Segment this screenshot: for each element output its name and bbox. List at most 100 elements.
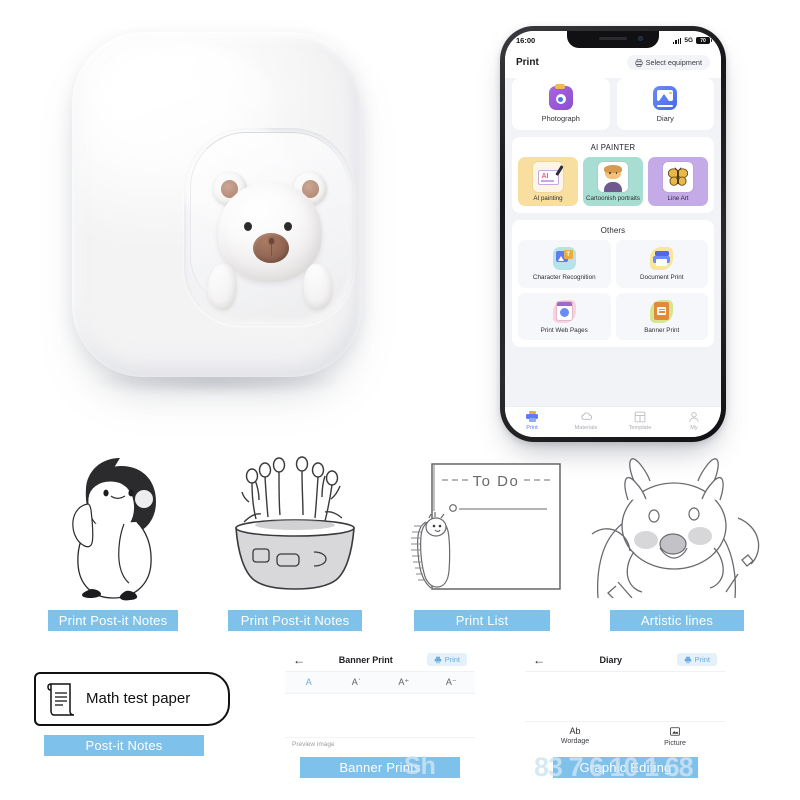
ai-item-ai-painting[interactable]: AI AI painting (518, 157, 578, 207)
phone-screen: 16:00 5G 70 Print Select equipment Photo… (505, 31, 721, 437)
butterfly-glyph (667, 167, 689, 186)
printer-window-port (184, 128, 354, 326)
page-title: Print (516, 57, 539, 68)
document-printer-icon (650, 247, 674, 271)
sample-caption-3: Artistic lines (610, 610, 744, 631)
other-item-document-print[interactable]: Document Print (615, 240, 708, 288)
web-page-icon (552, 299, 576, 323)
ai-item-label: Cartoonish portraits (586, 195, 640, 202)
todo-list-illustration: To Do (411, 463, 561, 590)
ai-painter-row: AI AI painting Cartoonish portraits Line… (518, 157, 708, 207)
sample-prints-row: Print Post-it Notes Print Post-it Notes … (0, 440, 800, 631)
diary-tools-row: Ab Wordage Picture (525, 722, 725, 753)
app-body: Photograph Diary AI PAINTER AI AI painti… (505, 78, 721, 348)
diary-panel-title: Diary (599, 654, 623, 665)
format-button-a-decrease[interactable]: A⁻ (428, 672, 476, 693)
sample-shiba-dog (588, 448, 768, 600)
layout-icon (634, 410, 647, 423)
diary-print-button[interactable]: Print (676, 653, 717, 666)
banner-panel-header: ← Banner Print Print (285, 648, 475, 672)
banner-panel-title: Banner Print (338, 654, 393, 665)
sample-caption-2: Print List (414, 610, 550, 631)
other-item-label: Document Print (640, 274, 684, 282)
sample-caption-0: Print Post-it Notes (48, 610, 178, 631)
others-grid: T Character Recognition Document Print P… (518, 240, 708, 341)
cloud-icon (580, 410, 593, 423)
diary-tool-picture[interactable]: Picture (625, 727, 725, 747)
front-camera-icon (638, 36, 643, 41)
diary-print-label: Print (694, 655, 710, 664)
tab-label: My (690, 425, 698, 431)
diary-tool-label: Picture (664, 740, 686, 747)
other-item-label: Print Web Pages (540, 326, 588, 334)
banner-icon (650, 299, 674, 323)
network-type-label: 5G (684, 37, 693, 44)
diary-canvas-area[interactable] (525, 672, 725, 722)
bottom-tab-bar: Print Materials Template My (505, 406, 721, 437)
ai-item-cartoonish-portraits[interactable]: Cartoonish portraits (583, 157, 643, 207)
diary-panel-header: ← Diary Print (525, 648, 725, 672)
pocket-printer-device (72, 32, 362, 394)
diary-panel: ← Diary Print Ab Wordage Picture (525, 648, 725, 753)
app-header: Print Select equipment (505, 50, 721, 78)
select-equipment-label: Select equipment (645, 58, 702, 67)
format-button-a-increase[interactable]: A⁺ (380, 672, 428, 693)
tab-label: Materials (574, 425, 598, 431)
picture-icon (670, 727, 680, 738)
phone-notch (567, 31, 659, 48)
diary-tool-wordage[interactable]: Ab Wordage (525, 727, 625, 747)
back-arrow-icon[interactable]: ← (533, 654, 545, 666)
other-item-character-recognition[interactable]: T Character Recognition (518, 240, 611, 288)
diary-panel-caption: Graphic Editing (553, 757, 698, 778)
banner-panel-caption: Banner Prints (300, 757, 460, 778)
ai-painter-title: AI PAINTER (590, 143, 636, 152)
penguin-illustration (72, 458, 156, 601)
bear-nose (269, 238, 274, 256)
signal-strength-icon (673, 37, 682, 44)
printer-icon (434, 656, 441, 663)
card-photograph-label: Photograph (541, 114, 580, 123)
earpiece-speaker (599, 37, 627, 40)
card-photograph[interactable]: Photograph (512, 78, 610, 130)
printer-icon (526, 410, 539, 423)
banner-preview-label: Preview image (292, 741, 335, 748)
math-chip-label: Math test paper (86, 690, 191, 708)
back-arrow-icon[interactable]: ← (293, 654, 305, 666)
battery-icon: 70 (696, 36, 713, 45)
other-item-print-web-pages[interactable]: Print Web Pages (518, 292, 611, 341)
other-item-label: Banner Print (644, 326, 680, 334)
tab-label: Template (628, 425, 652, 431)
todo-heading: To Do (473, 473, 520, 490)
bear-head (218, 182, 322, 282)
format-button-a-italic[interactable]: Aˈ (333, 672, 381, 693)
banner-print-label: Print (444, 655, 460, 664)
banner-print-button[interactable]: Print (426, 653, 467, 666)
math-chip-caption: Post-it Notes (44, 735, 204, 756)
tab-template[interactable]: Template (613, 410, 667, 437)
sample-penguin (48, 446, 198, 601)
ai-item-label: AI painting (533, 195, 563, 202)
select-equipment-button[interactable]: Select equipment (626, 55, 710, 70)
format-buttons-row: A Aˈ A⁺ A⁻ (285, 672, 475, 694)
others-title: Others (600, 226, 626, 236)
portrait-icon (598, 162, 628, 192)
tab-print[interactable]: Print (505, 410, 559, 437)
ai-monitor-icon: AI (533, 162, 563, 192)
section-others: Others T Character Recognition Document … (512, 220, 714, 348)
image-icon (653, 86, 678, 110)
user-icon (688, 410, 701, 423)
card-diary[interactable]: Diary (616, 78, 714, 130)
status-time: 16:00 (516, 36, 536, 45)
tab-my[interactable]: My (667, 410, 721, 437)
ocr-icon: T (552, 247, 576, 271)
banner-preview-area[interactable] (285, 694, 475, 738)
other-item-banner-print[interactable]: Banner Print (615, 292, 708, 341)
ai-item-line-art[interactable]: Line Art (648, 157, 708, 207)
tab-materials[interactable]: Materials (559, 410, 613, 437)
camera-icon (548, 84, 573, 110)
shiba-dog-illustration (591, 458, 760, 600)
wordage-icon: Ab (569, 726, 581, 736)
phone-frame: 16:00 5G 70 Print Select equipment Photo… (500, 26, 726, 442)
top-cards: Photograph Diary (512, 78, 714, 130)
format-button-a[interactable]: A (285, 672, 333, 693)
